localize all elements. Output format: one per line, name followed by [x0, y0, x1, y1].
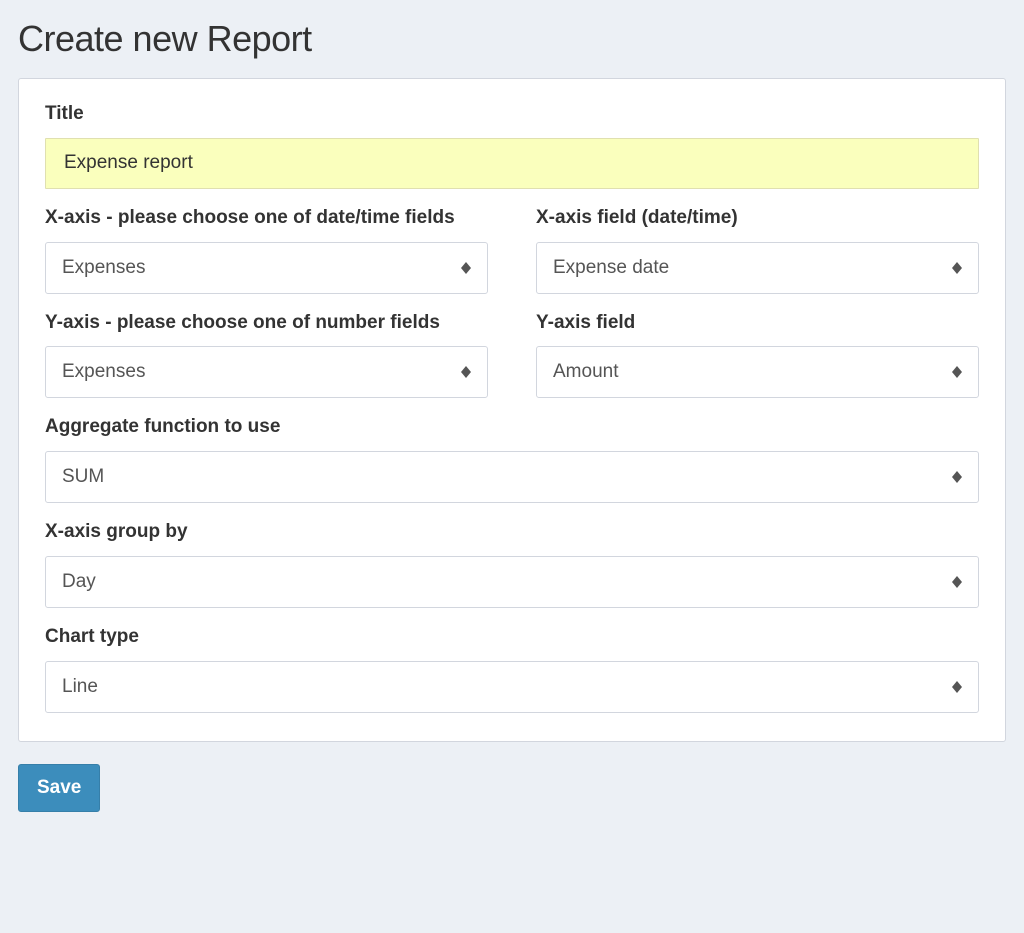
- y-axis-field-select[interactable]: Amount: [536, 346, 979, 398]
- x-axis-crud-label: X-axis - please choose one of date/time …: [45, 207, 488, 230]
- save-button[interactable]: Save: [18, 764, 100, 812]
- x-axis-field-value: Expense date: [553, 257, 944, 279]
- group-by-label: X-axis group by: [45, 521, 979, 544]
- y-axis-crud-label: Y-axis - please choose one of number fie…: [45, 312, 488, 335]
- chart-type-select[interactable]: Line: [45, 661, 979, 713]
- aggregate-label: Aggregate function to use: [45, 416, 979, 439]
- x-axis-field-label: X-axis field (date/time): [536, 207, 979, 230]
- chevron-updown-icon: [461, 366, 471, 378]
- x-axis-field-select[interactable]: Expense date: [536, 242, 979, 294]
- chevron-updown-icon: [952, 471, 962, 483]
- aggregate-value: SUM: [62, 466, 944, 488]
- chevron-updown-icon: [461, 262, 471, 274]
- y-axis-crud-value: Expenses: [62, 361, 453, 383]
- chart-type-label: Chart type: [45, 626, 979, 649]
- chevron-updown-icon: [952, 681, 962, 693]
- chevron-updown-icon: [952, 262, 962, 274]
- page-title: Create new Report: [18, 18, 1006, 60]
- chevron-updown-icon: [952, 576, 962, 588]
- y-axis-field-label: Y-axis field: [536, 312, 979, 335]
- group-by-value: Day: [62, 571, 944, 593]
- x-axis-crud-value: Expenses: [62, 257, 453, 279]
- title-label: Title: [45, 103, 979, 126]
- y-axis-field-value: Amount: [553, 361, 944, 383]
- group-by-select[interactable]: Day: [45, 556, 979, 608]
- report-form-panel: Title X-axis - please choose one of date…: [18, 78, 1006, 742]
- aggregate-select[interactable]: SUM: [45, 451, 979, 503]
- x-axis-crud-select[interactable]: Expenses: [45, 242, 488, 294]
- chevron-updown-icon: [952, 366, 962, 378]
- chart-type-value: Line: [62, 676, 944, 698]
- y-axis-crud-select[interactable]: Expenses: [45, 346, 488, 398]
- title-input[interactable]: [45, 138, 979, 189]
